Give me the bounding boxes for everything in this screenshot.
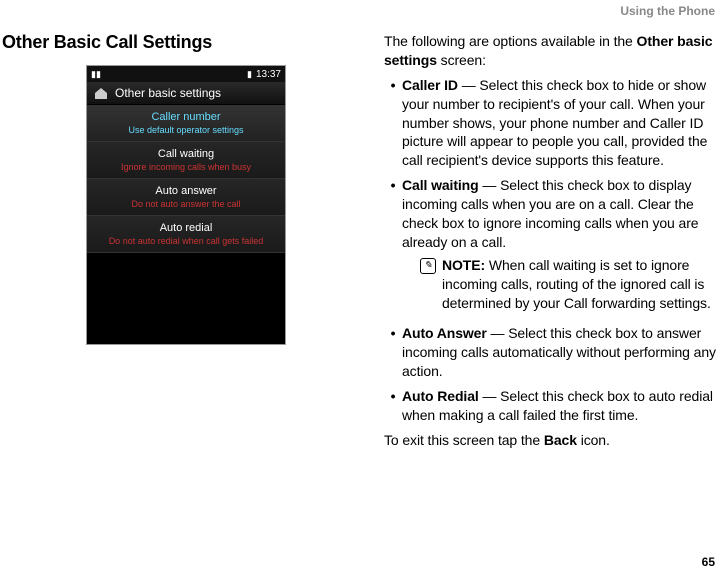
intro-paragraph: The following are options available in t… — [384, 32, 719, 70]
list-item: Caller ID — Select this check box to hid… — [384, 76, 719, 170]
section-title: Other Basic Call Settings — [2, 32, 370, 53]
closing-a: To exit this screen tap the — [384, 432, 544, 448]
list-item[interactable]: Caller number Use default operator setti… — [87, 105, 285, 142]
note-text: NOTE: When call waiting is set to ignore… — [442, 256, 719, 313]
list-item: Call waiting — Select this check box to … — [384, 176, 719, 318]
phone-screenshot-wrap: ▮▮ ▮ 13:37 Other basic settings Caller n… — [2, 65, 370, 348]
list-item: Auto Answer — Select this check box to a… — [384, 324, 719, 381]
note-icon: ✎ — [420, 258, 436, 274]
closing-b: icon. — [577, 432, 610, 448]
closing-bold: Back — [544, 432, 577, 448]
option-label: Auto Redial — [402, 388, 479, 404]
status-bar: ▮▮ ▮ 13:37 — [87, 66, 285, 82]
left-column: Other Basic Call Settings ▮▮ ▮ 13:37 Oth… — [0, 32, 380, 548]
screen-title: Other basic settings — [115, 86, 221, 100]
list-item[interactable]: Call waiting Ignore incoming calls when … — [87, 142, 285, 179]
list-item[interactable]: Auto answer Do not auto answer the call — [87, 179, 285, 216]
row-subtitle: Do not auto answer the call — [95, 199, 277, 209]
phone-empty-area — [87, 253, 285, 345]
battery-icon: ▮ — [247, 69, 252, 80]
page-columns: Other Basic Call Settings ▮▮ ▮ 13:37 Oth… — [0, 32, 725, 548]
right-column: The following are options available in t… — [380, 32, 725, 548]
row-subtitle: Do not auto redial when call gets failed — [95, 236, 277, 246]
row-subtitle: Ignore incoming calls when busy — [95, 162, 277, 172]
list-item[interactable]: Auto redial Do not auto redial when call… — [87, 216, 285, 253]
option-label: Auto Answer — [402, 325, 487, 341]
note-block: ✎ NOTE: When call waiting is set to igno… — [420, 256, 719, 313]
intro-text-b: screen: — [437, 52, 486, 68]
home-icon — [93, 86, 109, 100]
closing-paragraph: To exit this screen tap the Back icon. — [384, 431, 719, 450]
row-title: Caller number — [95, 111, 277, 123]
screen-titlebar: Other basic settings — [87, 82, 285, 105]
row-title: Auto redial — [95, 222, 277, 234]
row-title: Auto answer — [95, 185, 277, 197]
option-label: Caller ID — [402, 77, 458, 93]
phone-screenshot: ▮▮ ▮ 13:37 Other basic settings Caller n… — [86, 65, 286, 345]
list-item: Auto Redial — Select this check box to a… — [384, 387, 719, 425]
running-header: Using the Phone — [620, 4, 715, 18]
page-number: 65 — [702, 555, 715, 569]
row-title: Call waiting — [95, 148, 277, 160]
signal-icon: ▮▮ — [91, 69, 101, 80]
note-label: NOTE: — [442, 257, 485, 273]
options-list: Caller ID — Select this check box to hid… — [384, 76, 719, 425]
intro-text-a: The following are options available in t… — [384, 33, 637, 49]
status-time: 13:37 — [256, 69, 281, 80]
row-subtitle: Use default operator settings — [95, 125, 277, 135]
option-label: Call waiting — [402, 177, 479, 193]
